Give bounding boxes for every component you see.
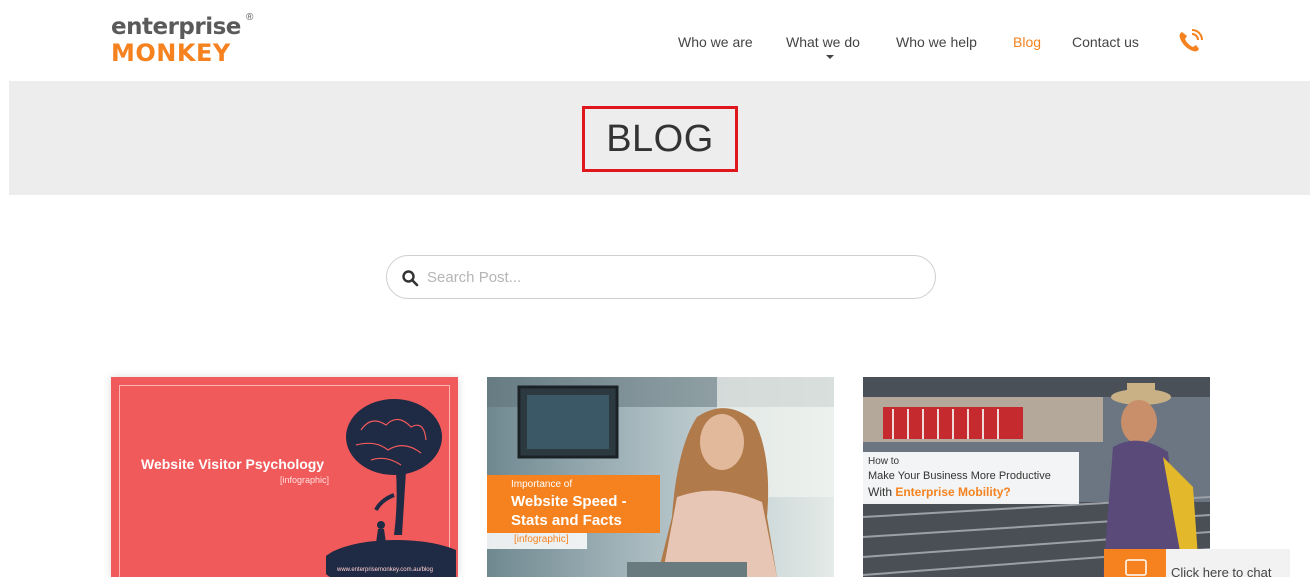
card-line3-prefix: With (868, 485, 896, 499)
logo-registered-mark: ® (246, 12, 254, 23)
nav-blog[interactable]: Blog (1013, 34, 1041, 50)
chat-icon-box (1104, 549, 1166, 577)
logo-top-text: enterprise (111, 14, 241, 40)
blog-card-enterprise-mobility[interactable]: How to Make Your Business More Productiv… (863, 377, 1210, 577)
card-title: Website Visitor Psychology (141, 456, 325, 472)
search-bar (386, 255, 936, 299)
card-tag: [infographic] (514, 534, 569, 545)
chat-bubble-icon (1125, 559, 1147, 576)
chat-label: Click here to chat (1171, 565, 1272, 577)
card-subtitle: [infographic] (280, 475, 330, 485)
dropdown-caret-icon (826, 55, 834, 59)
search-input[interactable] (427, 264, 917, 290)
nav-contact-us[interactable]: Contact us (1072, 34, 1139, 50)
nav-what-we-do[interactable]: What we do (786, 34, 860, 50)
card-line2: Make Your Business More Productive (868, 470, 1051, 482)
card-title-line2: Stats and Facts (511, 512, 622, 529)
brain-tree-illustration (326, 399, 456, 577)
phone-icon[interactable] (1176, 28, 1204, 56)
blog-card-website-speed[interactable]: Importance of Website Speed - Stats and … (487, 377, 834, 577)
chat-widget[interactable]: Click here to chat (1104, 549, 1290, 577)
card-line3-highlight: Enterprise Mobility? (895, 485, 1011, 499)
card-line1: How to (868, 456, 900, 467)
enterprise-monkey-logo[interactable]: enterprise ® MONKEY (111, 12, 261, 72)
search-icon[interactable] (401, 269, 419, 287)
site-header: enterprise ® MONKEY Who we are What we d… (0, 0, 1313, 80)
nav-who-we-are[interactable]: Who we are (678, 34, 753, 50)
logo-bottom-text: MONKEY (111, 39, 231, 67)
card-title-line1: Website Speed - (511, 493, 627, 510)
page-title: BLOG (606, 117, 714, 160)
card-kicker: Importance of (511, 479, 573, 490)
card-footer-url: www.enterprisemonkey.com.au/blog (337, 567, 433, 573)
page-title-box: BLOG (582, 106, 738, 172)
card-line3: With Enterprise Mobility? (868, 485, 1011, 499)
blog-card-visitor-psychology[interactable]: Website Visitor Psychology [infographic]… (111, 377, 458, 577)
nav-who-we-help[interactable]: Who we help (896, 34, 977, 50)
